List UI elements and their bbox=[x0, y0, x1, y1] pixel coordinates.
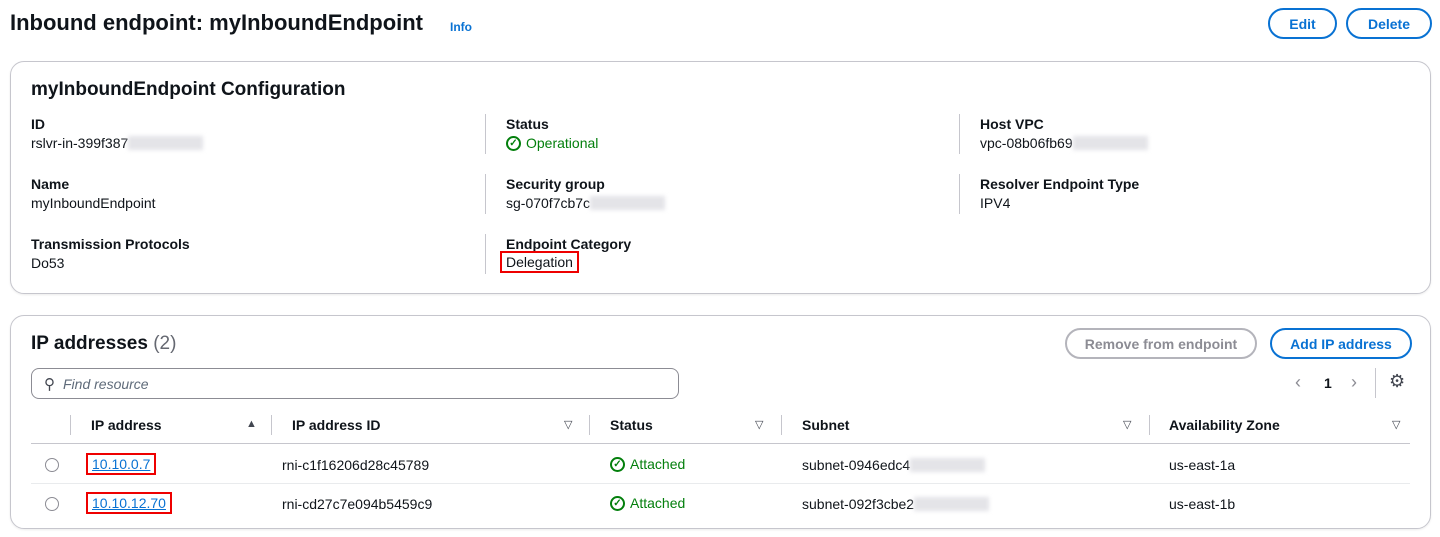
status-value: ✓ Operational bbox=[506, 135, 598, 151]
status-attached: ✓ Attached bbox=[610, 495, 685, 511]
security-group-value: sg-070f7cb7c bbox=[506, 195, 666, 211]
host-vpc-value: vpc-08b06fb69 bbox=[980, 135, 1148, 151]
security-group-label: Security group bbox=[506, 176, 605, 192]
previous-page-icon[interactable]: ‹ bbox=[1295, 372, 1301, 393]
sort-ascending-icon[interactable]: ▲ bbox=[246, 418, 257, 430]
protocols-value: Do53 bbox=[31, 255, 65, 271]
id-value: rslvr-in-399f387 bbox=[31, 135, 204, 151]
ip-address-link[interactable]: 10.10.0.7 bbox=[86, 453, 157, 475]
endpoint-type-label: Resolver Endpoint Type bbox=[980, 176, 1140, 192]
column-ip-address[interactable]: IP address bbox=[91, 417, 162, 433]
remove-from-endpoint-button[interactable]: Remove from endpoint bbox=[1065, 328, 1257, 359]
ip-addresses-panel: IP addresses (2) Remove from endpoint Ad… bbox=[10, 315, 1431, 529]
availability-zone: us-east-1a bbox=[1169, 457, 1236, 473]
ip-address-id: rni-cd27c7e094b5459c9 bbox=[282, 496, 433, 512]
edit-button[interactable]: Edit bbox=[1268, 8, 1337, 39]
protocols-label: Transmission Protocols bbox=[31, 236, 190, 252]
host-vpc-label: Host VPC bbox=[980, 116, 1044, 132]
info-link[interactable]: Info bbox=[450, 20, 472, 34]
search-input[interactable]: ⚲ Find resource bbox=[31, 368, 679, 399]
next-page-icon[interactable]: › bbox=[1351, 372, 1357, 393]
availability-zone: us-east-1b bbox=[1169, 496, 1236, 512]
ip-address-id: rni-c1f16206d28c45789 bbox=[282, 457, 430, 473]
search-icon: ⚲ bbox=[44, 375, 55, 393]
configuration-panel: myInboundEndpoint Configuration ID rslvr… bbox=[10, 61, 1431, 294]
sort-icon[interactable]: ▽ bbox=[564, 418, 572, 431]
subnet: subnet-0946edc4 bbox=[802, 457, 986, 473]
ip-address-link[interactable]: 10.10.12.70 bbox=[86, 492, 172, 514]
row-radio[interactable] bbox=[45, 458, 59, 472]
column-availability-zone[interactable]: Availability Zone bbox=[1169, 417, 1280, 433]
add-ip-address-button[interactable]: Add IP address bbox=[1270, 328, 1412, 359]
column-ip-address-id[interactable]: IP address ID bbox=[292, 417, 380, 433]
settings-gear-icon[interactable]: ⚙ bbox=[1389, 371, 1405, 392]
sort-icon[interactable]: ▽ bbox=[1392, 418, 1400, 431]
row-radio[interactable] bbox=[45, 497, 59, 511]
endpoint-category-label: Endpoint Category bbox=[506, 236, 632, 252]
delete-button[interactable]: Delete bbox=[1346, 8, 1432, 39]
check-circle-icon: ✓ bbox=[506, 135, 521, 151]
config-title: myInboundEndpoint Configuration bbox=[31, 79, 346, 100]
subnet: subnet-092f3cbe2 bbox=[802, 496, 990, 512]
sort-icon[interactable]: ▽ bbox=[755, 418, 763, 431]
endpoint-type-value: IPV4 bbox=[980, 195, 1011, 211]
name-label: Name bbox=[31, 176, 70, 192]
id-label: ID bbox=[31, 116, 45, 132]
check-circle-icon: ✓ bbox=[610, 456, 625, 472]
status-attached: ✓ Attached bbox=[610, 456, 685, 472]
ip-addresses-title: IP addresses (2) bbox=[31, 333, 177, 354]
name-value: myInboundEndpoint bbox=[31, 195, 156, 211]
sort-icon[interactable]: ▽ bbox=[1123, 418, 1131, 431]
status-label: Status bbox=[506, 116, 549, 132]
endpoint-category-value: Delegation bbox=[500, 251, 579, 273]
check-circle-icon: ✓ bbox=[610, 495, 625, 511]
column-status[interactable]: Status bbox=[610, 417, 653, 433]
page-title: Inbound endpoint: myInboundEndpoint bbox=[10, 10, 424, 35]
column-subnet[interactable]: Subnet bbox=[802, 417, 849, 433]
page-number[interactable]: 1 bbox=[1324, 375, 1332, 391]
